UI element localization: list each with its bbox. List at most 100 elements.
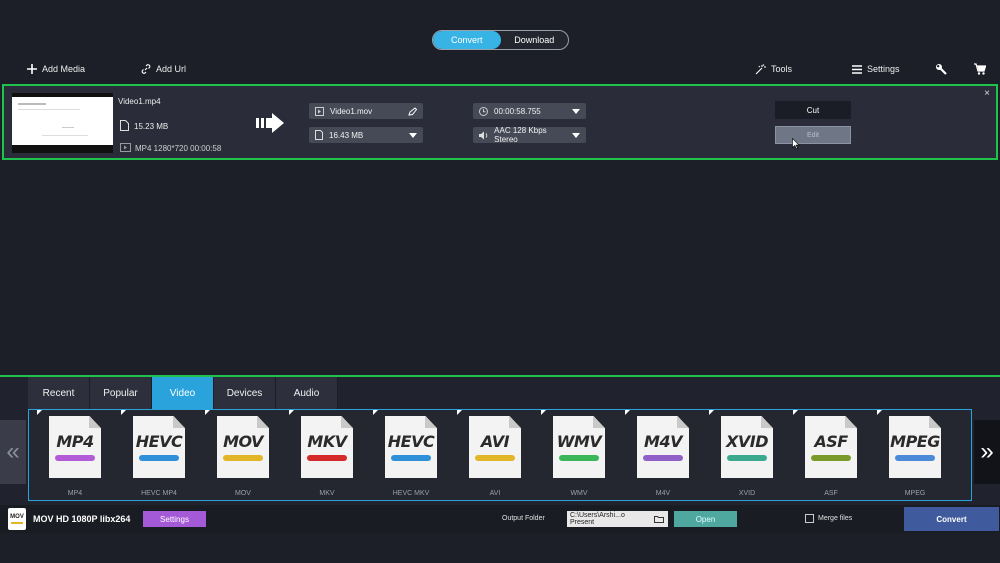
format-color-pill	[55, 455, 95, 461]
format-icon-label: HEVC	[135, 432, 183, 451]
tab-video[interactable]: Video	[152, 377, 214, 409]
tile-corner	[709, 410, 714, 415]
open-folder-button[interactable]: Open	[674, 511, 737, 527]
cut-button[interactable]: Cut	[775, 101, 851, 119]
video-info-icon	[120, 143, 131, 152]
settings-menu-label: Settings	[867, 64, 900, 74]
wrench-icon	[936, 64, 947, 75]
add-media-button[interactable]: Add Media	[27, 62, 85, 76]
format-color-pill	[139, 455, 179, 461]
clock-icon	[479, 106, 488, 116]
tile-corner	[121, 410, 126, 415]
format-file-fold	[929, 416, 941, 428]
source-size: 15.23 MB	[134, 122, 169, 131]
format-tile[interactable]: XVID XVID	[701, 410, 785, 500]
scroll-left-button[interactable]: «	[0, 420, 26, 484]
tile-corner	[625, 410, 630, 415]
settings-menu-button[interactable]: Settings	[852, 62, 900, 76]
tab-recent[interactable]: Recent	[28, 377, 90, 409]
tile-corner	[541, 410, 546, 415]
mode-switch: Convert Download	[432, 30, 569, 50]
format-tile[interactable]: HEVC HEVC MP4	[113, 410, 197, 500]
format-tile[interactable]: HEVC HEVC MKV	[365, 410, 449, 500]
media-item-row[interactable]: Video1.mp4 15.23 MB MP4 1280*720 00:00:5…	[2, 84, 998, 160]
format-tile[interactable]: MKV MKV	[281, 410, 365, 500]
wrench-button[interactable]	[935, 62, 947, 76]
app-window: Convert Download Add Media Add Url Tools…	[0, 0, 1000, 563]
output-folder-label: Output Folder	[502, 515, 545, 522]
edit-button[interactable]: Edit	[775, 126, 851, 144]
preset-logo: MOV	[8, 508, 26, 530]
tools-button[interactable]: Tools	[755, 62, 792, 76]
format-tile[interactable]: MOV MOV	[197, 410, 281, 500]
tile-corner	[37, 410, 42, 415]
format-tile[interactable]: AVI AVI	[449, 410, 533, 500]
footer-bar: MOV MOV HD 1080P libx264 Settings Output…	[0, 505, 1000, 533]
output-path-field[interactable]: C:\Users\Arshi...o Present	[567, 511, 668, 527]
format-tile[interactable]: ASF ASF	[785, 410, 869, 500]
tab-audio[interactable]: Audio	[276, 377, 338, 409]
format-caption: HEVC MP4	[141, 490, 177, 497]
format-icon-label: M4V	[644, 432, 682, 451]
add-url-button[interactable]: Add Url	[141, 62, 186, 76]
format-color-pill	[559, 455, 599, 461]
convert-button[interactable]: Convert	[904, 507, 999, 531]
download-mode-tab[interactable]: Download	[501, 31, 569, 49]
format-caption: MP4	[67, 490, 83, 497]
format-icon-label: MPEG	[890, 432, 940, 451]
tile-corner	[373, 410, 378, 415]
format-file-fold	[509, 416, 521, 428]
source-filename: Video1.mp4	[118, 97, 161, 106]
output-size: 16.43 MB	[329, 130, 364, 140]
video-thumbnail[interactable]	[12, 93, 113, 153]
shopping-cart-icon	[974, 63, 986, 75]
output-name: Video1.mov	[330, 106, 373, 116]
format-icon-label: AVI	[480, 432, 510, 451]
add-media-label: Add Media	[42, 64, 86, 74]
category-tabs: Recent Popular Video Devices Audio	[28, 377, 338, 409]
remove-item-button[interactable]: ×	[984, 88, 990, 99]
format-tile[interactable]: M4V M4V	[617, 410, 701, 500]
format-panel: Recent Popular Video Devices Audio MP4 MP…	[0, 375, 1000, 505]
tools-label: Tools	[771, 64, 793, 74]
format-file-fold	[425, 416, 437, 428]
format-file-fold	[593, 416, 605, 428]
format-tile[interactable]: MP4 MP4	[29, 410, 113, 500]
cart-button[interactable]	[974, 62, 986, 76]
preset-logo-text: MOV	[10, 514, 24, 520]
format-file-fold	[845, 416, 857, 428]
format-caption: MPEG	[904, 490, 926, 497]
format-caption: AVI	[489, 490, 501, 497]
duration-value: 00:00:58.755	[494, 106, 541, 116]
audio-dropdown[interactable]: AAC 128 Kbps Stereo	[473, 126, 586, 144]
folder-icon[interactable]	[654, 515, 664, 523]
checkbox-box[interactable]	[805, 514, 814, 523]
video-file-icon	[315, 106, 324, 116]
output-size-dropdown[interactable]: 16.43 MB	[309, 127, 423, 143]
preset-settings-button[interactable]: Settings	[143, 511, 206, 527]
plus-icon	[27, 64, 37, 74]
format-tile[interactable]: MPEG MPEG	[869, 410, 953, 500]
format-color-pill	[895, 455, 935, 461]
tab-popular[interactable]: Popular	[90, 377, 152, 409]
format-icon-label: WMV	[556, 432, 602, 451]
pencil-icon[interactable]	[408, 106, 417, 116]
duration-dropdown[interactable]: 00:00:58.755	[473, 103, 586, 119]
format-icon-label: HEVC	[387, 432, 435, 451]
format-icon-label: ASF	[814, 432, 848, 451]
tile-corner	[205, 410, 210, 415]
merge-files-checkbox[interactable]: Merge files	[805, 514, 852, 523]
link-icon	[141, 64, 151, 74]
audio-value: AAC 128 Kbps Stereo	[494, 126, 547, 144]
format-icon-label: XVID	[726, 432, 768, 451]
output-path: C:\Users\Arshi...o Present	[570, 512, 625, 526]
convert-mode-tab[interactable]: Convert	[433, 31, 501, 49]
format-color-pill	[223, 455, 263, 461]
format-color-pill	[475, 455, 515, 461]
format-tile[interactable]: WMV WMV	[533, 410, 617, 500]
magic-wand-icon	[755, 63, 766, 74]
tab-devices[interactable]: Devices	[214, 377, 276, 409]
scroll-right-button[interactable]: »	[974, 420, 1000, 484]
file-icon	[120, 120, 129, 131]
output-name-field[interactable]: Video1.mov	[309, 103, 423, 119]
